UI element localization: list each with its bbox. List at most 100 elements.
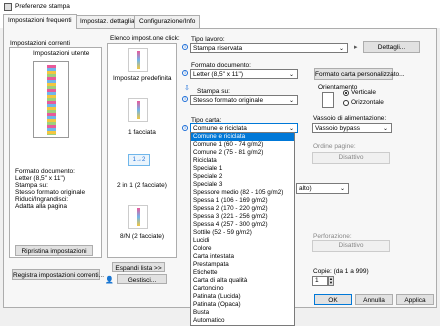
paper-type-option[interactable]: Etichette xyxy=(191,269,294,277)
portrait-radio[interactable] xyxy=(343,90,349,96)
landscape-label[interactable]: Orizzontale xyxy=(351,99,384,106)
chevron-down-icon: ⌄ xyxy=(338,46,344,52)
cancel-button[interactable]: Annulla xyxy=(355,294,393,305)
copies-spinner[interactable]: ▲ ▼ xyxy=(328,276,334,286)
color-bar-graphic xyxy=(137,51,140,69)
paper-type-option[interactable]: Busta xyxy=(191,309,294,317)
window-title: Preferenze stampa xyxy=(15,3,70,10)
page-preview xyxy=(33,61,69,138)
chevron-down-icon: ⌄ xyxy=(339,186,345,192)
info-icon[interactable]: i xyxy=(182,70,188,76)
apply-button[interactable]: Applica xyxy=(396,294,434,305)
hidden-combo-value: alto) xyxy=(299,185,312,192)
paper-type-option[interactable]: Riciclata xyxy=(191,157,294,165)
paper-type-option[interactable]: Spessore medio (82 - 105 g/m2) xyxy=(191,189,294,197)
preset-2in1-thumbnail[interactable]: 1→2 xyxy=(128,154,150,166)
paper-type-option[interactable]: Patinata (Lucida) xyxy=(191,293,294,301)
punch-label: Perforazione: xyxy=(313,233,352,240)
copies-input[interactable]: 1 xyxy=(312,276,328,286)
paper-type-option[interactable]: Spessa 1 (106 - 169 g/m2) xyxy=(191,197,294,205)
paper-type-option[interactable]: Spessa 2 (170 - 220 g/m2) xyxy=(191,205,294,213)
job-type-select[interactable]: Stampa riservata ⌄ xyxy=(190,43,348,53)
hidden-combo-select[interactable]: alto) ⌄ xyxy=(296,183,349,194)
print-on-select[interactable]: Stesso formato originale ⌄ xyxy=(190,95,298,105)
paper-type-option[interactable]: Carta di alta qualità xyxy=(191,277,294,285)
preset-default-label[interactable]: Impostaz predefinita xyxy=(113,75,172,82)
feed-tray-label: Vassoio di alimentazione: xyxy=(313,115,387,122)
paper-type-option[interactable]: Colore xyxy=(191,245,294,253)
color-bar-graphic xyxy=(47,65,56,135)
print-on-label: Stampa su: xyxy=(197,88,230,95)
chevron-down-icon: ⌄ xyxy=(382,126,388,132)
paper-type-option[interactable]: Carta intestata xyxy=(191,253,294,261)
portrait-label[interactable]: Verticale xyxy=(351,89,376,96)
arrow-right-icon: ▸ xyxy=(354,44,358,51)
chevron-down-icon: ⌄ xyxy=(288,72,294,78)
portrait-page-icon xyxy=(322,92,334,108)
paper-type-option[interactable]: Speciale 3 xyxy=(191,181,294,189)
paper-type-option[interactable]: Spessa 4 (257 - 300 g/m2) xyxy=(191,221,294,229)
paper-type-option[interactable]: Automatico xyxy=(191,317,294,325)
paper-type-option[interactable]: Comune 2 (75 - 81 g/m2) xyxy=(191,149,294,157)
preset-default-thumbnail[interactable] xyxy=(128,48,148,72)
doc-size-select[interactable]: Letter (8,5" x 11") ⌄ xyxy=(190,69,298,79)
ok-button[interactable]: OK xyxy=(314,294,352,305)
printer-icon xyxy=(4,3,12,11)
paper-type-option[interactable]: Speciale 2 xyxy=(191,173,294,181)
paper-type-option[interactable]: Speciale 1 xyxy=(191,165,294,173)
paper-type-option[interactable]: Lucidi xyxy=(191,237,294,245)
info-icon[interactable]: i xyxy=(182,96,188,102)
reset-settings-button[interactable]: Ripristina impostazioni xyxy=(15,245,93,256)
paper-type-option[interactable]: Comune 1 (60 - 74 g/m2) xyxy=(191,141,294,149)
paper-type-option[interactable]: Sottile (52 - 59 g/m2) xyxy=(191,229,294,237)
info-icon[interactable]: i xyxy=(182,125,188,131)
print-on-value: Stesso formato originale xyxy=(193,97,264,104)
job-type-label: Tipo lavoro: xyxy=(191,36,225,43)
doc-size-label: Formato documento: xyxy=(191,62,251,69)
paper-type-option[interactable]: Comune e riciclata xyxy=(191,133,294,141)
feed-tray-select[interactable]: Vassoio bypass ⌄ xyxy=(312,123,392,133)
user-icon: 👤 xyxy=(105,277,114,284)
summary-line-1: Formato documento: xyxy=(15,168,75,175)
preset-2in1-label[interactable]: 2 in 1 (2 facciate) xyxy=(117,182,167,189)
expand-list-button[interactable]: Espandi lista >> xyxy=(112,262,165,272)
register-settings-button[interactable]: Registra impostazioni correnti... xyxy=(12,269,104,280)
paper-type-option[interactable]: Spessa 3 (221 - 256 g/m2) xyxy=(191,213,294,221)
arrow-down-icon: ⇩ xyxy=(184,85,190,92)
summary-line-6: Adatta alla pagina xyxy=(15,203,68,210)
manage-button[interactable]: Gestisci... xyxy=(117,274,167,284)
summary-line-5: Riduci/Ingrandisci: xyxy=(15,196,69,203)
custom-paper-size-button[interactable]: Formato carta personalizzato... xyxy=(314,68,405,80)
details-button[interactable]: Dettagli... xyxy=(363,41,420,53)
summary-line-3: Stampa su: xyxy=(15,182,48,189)
output-order-label: Ordine pagine: xyxy=(313,143,356,150)
tab-frequent[interactable]: Impostazioni frequenti xyxy=(3,14,77,29)
paper-type-option[interactable]: Patinata (Opaca) xyxy=(191,301,294,309)
paper-type-option[interactable]: Cartoncino xyxy=(191,285,294,293)
paper-type-value: Comune e riciclata xyxy=(193,125,247,132)
summary-line-4: Stesso formato originale xyxy=(15,189,86,196)
paper-type-option[interactable]: Prestampata xyxy=(191,261,294,269)
color-bar-graphic xyxy=(137,208,140,226)
tab-config-info[interactable]: Configurazione/Info xyxy=(134,15,201,28)
color-bar-graphic xyxy=(137,101,140,119)
current-settings-heading: Impostazioni correnti xyxy=(10,40,70,47)
chevron-down-icon: ⌄ xyxy=(288,98,294,104)
user-settings-label: Impostazioni utente xyxy=(33,50,90,57)
summary-line-2: Letter (8,5" x 11") xyxy=(15,175,66,182)
job-type-value: Stampa riservata xyxy=(193,45,243,52)
punch-select: Disattivo xyxy=(312,240,390,252)
one-click-heading: Elenco impost.one click: xyxy=(110,35,180,42)
preset-single-sided-label[interactable]: 1 facciata xyxy=(128,129,156,136)
info-icon[interactable]: i xyxy=(182,44,188,50)
preset-booklet-thumbnail[interactable] xyxy=(128,205,148,229)
paper-type-dropdown-list[interactable]: Comune e riciclata Comune 1 (60 - 74 g/m2… xyxy=(190,132,295,326)
copies-label: Copie: (da 1 a 999) xyxy=(313,268,369,275)
chevron-down-icon: ⌄ xyxy=(288,126,294,132)
landscape-radio[interactable] xyxy=(343,100,349,106)
preset-single-sided-thumbnail[interactable] xyxy=(128,98,148,122)
doc-size-value: Letter (8,5" x 11") xyxy=(193,71,244,78)
output-order-select: Disattivo xyxy=(312,152,390,164)
feed-tray-value: Vassoio bypass xyxy=(315,125,361,132)
preset-booklet-label[interactable]: 8/N (2 facciate) xyxy=(120,233,164,240)
